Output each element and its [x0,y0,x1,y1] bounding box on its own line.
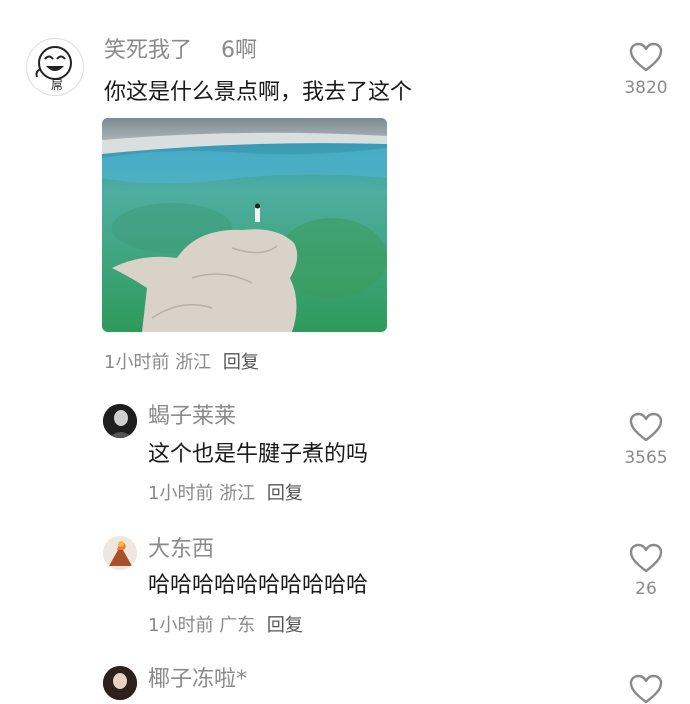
avatar[interactable] [103,404,137,438]
reply-button[interactable]: 回复 [267,615,303,636]
comment-location: 浙江 [219,483,256,504]
username-text[interactable]: 笑死我了 [104,38,192,63]
comment-text: 你这是什么景点啊，我去了这个 [104,80,413,105]
comment-image[interactable] [102,118,387,332]
comment-username[interactable]: 椰子冻啦* [148,667,247,693]
heart-icon [629,674,663,704]
like-button[interactable]: 26 [621,543,671,599]
user-badge: 6啊 [221,38,258,63]
comment-username[interactable]: 笑死我了 6啊 [104,38,257,64]
comment-meta: 1小时前 广东 回复 [148,615,303,637]
comment-time: 1小时前 [148,483,214,504]
like-button[interactable]: 3565 [621,412,671,468]
like-count: 3565 [624,448,668,468]
comment-meta: 1小时前 浙江 回复 [148,483,303,505]
avatar[interactable]: 屌 [26,38,84,96]
comment-text: 这个也是牛腱子煮的吗 [148,442,369,467]
comment-meta: 1小时前 浙江 回复 [104,352,259,374]
like-button[interactable] [621,674,671,704]
laughing-face-icon: 屌 [35,46,72,92]
like-count: 3820 [624,78,668,98]
dark-portrait-avatar [103,404,137,438]
comment-username[interactable]: 大东西 [148,537,214,563]
svg-text:屌: 屌 [51,78,63,92]
reply-button[interactable]: 回复 [267,483,303,504]
comment-time: 1小时前 [104,352,170,373]
reply-button[interactable]: 回复 [223,352,259,373]
heart-icon [629,543,663,573]
volcano-avatar [103,536,137,570]
comment-location: 广东 [219,615,256,636]
comment-location: 浙江 [175,352,212,373]
heart-icon [629,412,663,442]
comment-text: 哈哈哈哈哈哈哈哈哈哈 [148,573,369,598]
avatar[interactable] [103,666,137,700]
avatar[interactable] [103,536,137,570]
heart-icon [629,42,663,72]
comment-time: 1小时前 [148,615,214,636]
person-avatar [103,666,137,700]
like-count: 26 [635,579,657,599]
comment-username[interactable]: 蝎子莱莱 [148,404,236,430]
like-button[interactable]: 3820 [621,42,671,98]
salt-lake-photo [102,118,387,332]
